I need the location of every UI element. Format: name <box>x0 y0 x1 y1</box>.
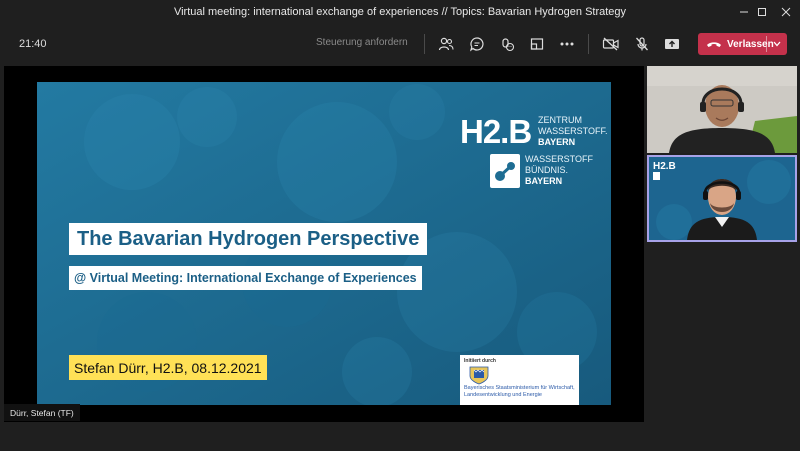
participant-video-feed <box>647 66 797 153</box>
camera-toggle-button[interactable] <box>600 34 622 54</box>
slide-presenter: Stefan Dürr, H2.B, 08.12.2021 <box>69 355 267 380</box>
ministry-name: Bayerisches Staatsministerium für Wirtsc… <box>464 385 575 398</box>
reactions-icon <box>502 38 515 52</box>
coat-of-arms-icon <box>469 366 489 385</box>
alliance-sub-line: BAYERN <box>525 176 563 186</box>
participants-button[interactable] <box>435 34 457 54</box>
slide-title: The Bavarian Hydrogen Perspective <box>69 223 428 255</box>
active-speaker-video-feed: H2.B <box>649 157 795 240</box>
alliance-sub-line: BÜNDNIS. <box>525 165 569 175</box>
h2b-logo-text: H2.B <box>460 113 532 150</box>
mic-toggle-button[interactable] <box>631 34 653 54</box>
alliance-logo-subtext: WASSERSTOFF BÜNDNIS. BAYERN <box>525 154 593 187</box>
initiative-intro: Initiiert durch <box>464 358 496 364</box>
close-icon <box>781 7 791 17</box>
mic-off-icon <box>636 37 648 51</box>
phone-hangup-icon <box>707 42 721 47</box>
rooms-icon <box>530 38 544 50</box>
ministry-badge: Initiiert durch Bayerisches Staatsminist… <box>460 355 579 405</box>
h2b-sub-line: BAYERN <box>538 137 576 147</box>
h2b-logo-subtext: ZENTRUM WASSERSTOFF. BAYERN <box>538 115 608 148</box>
participant-video-tile[interactable] <box>647 66 797 153</box>
background-logo-text: H2.B <box>653 161 676 172</box>
h2b-sub-line: WASSERSTOFF. <box>538 126 608 136</box>
toolbar-divider <box>424 34 425 54</box>
meeting-toolbar: 21:40 Steuerung anfordern Verlassen <box>0 24 800 64</box>
request-control-button[interactable]: Steuerung anfordern <box>316 37 408 48</box>
shared-slide: H2.B ZENTRUM WASSERSTOFF. BAYERN WASSERS… <box>37 82 611 405</box>
presenter-name-tag: Dürr, Stefan (TF) <box>4 404 80 421</box>
share-icon <box>665 39 679 49</box>
breakout-rooms-button[interactable] <box>526 34 548 54</box>
camera-off-icon <box>602 37 619 51</box>
molecule-icon <box>490 154 520 188</box>
slide-subtitle: @ Virtual Meeting: International Exchang… <box>69 266 422 290</box>
toolbar-divider <box>588 34 589 54</box>
chat-button[interactable] <box>466 34 488 54</box>
leave-button[interactable]: Verlassen <box>698 33 787 55</box>
chevron-down-icon[interactable] <box>771 37 783 51</box>
title-bar: Virtual meeting: international exchange … <box>0 0 800 24</box>
meeting-timer: 21:40 <box>19 38 47 50</box>
h2b-sub-line: ZENTRUM <box>538 115 582 125</box>
more-actions-button[interactable] <box>556 34 578 54</box>
people-icon <box>438 37 454 51</box>
close-button[interactable] <box>772 3 800 21</box>
active-speaker-video-tile[interactable]: H2.B <box>647 155 797 242</box>
reactions-button[interactable] <box>496 34 518 54</box>
alliance-sub-line: WASSERSTOFF <box>525 154 594 164</box>
more-icon <box>560 42 574 46</box>
window-title: Virtual meeting: international exchange … <box>173 6 627 18</box>
share-screen-button[interactable] <box>661 34 683 54</box>
leave-button-divider <box>766 36 767 52</box>
chat-icon <box>469 37 484 52</box>
maximize-icon <box>758 8 766 16</box>
